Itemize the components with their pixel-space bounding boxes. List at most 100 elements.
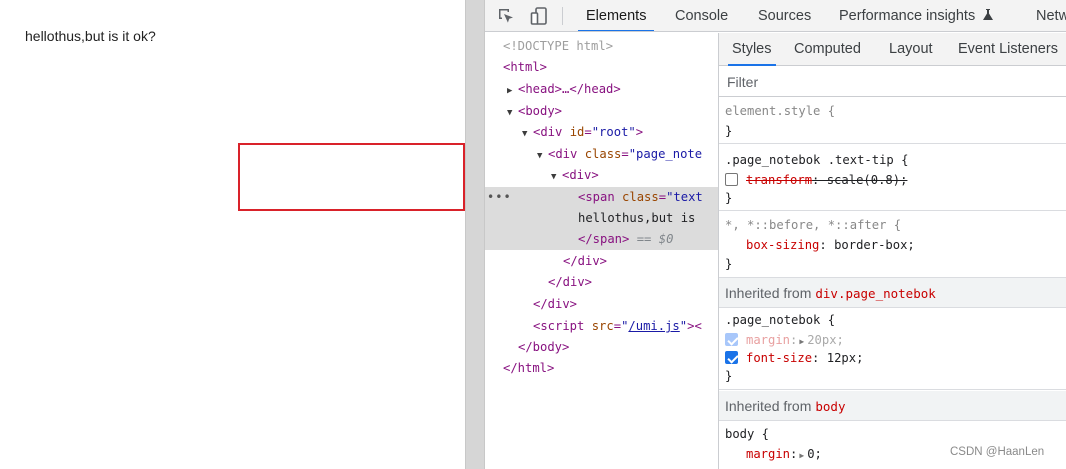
- selector-text: .page_notebok {: [725, 313, 836, 327]
- devtools-splitter[interactable]: [465, 0, 485, 469]
- rule-text-tip: .page_notebok .text-tip { transform: sca…: [719, 145, 1066, 211]
- property-name[interactable]: transform: [746, 173, 812, 187]
- styles-subtabs: Styles Computed Layout Event Listeners: [719, 33, 1066, 66]
- html-tag: <html>: [503, 60, 548, 74]
- declaration-transform: transform: scale(0.8);: [725, 171, 907, 189]
- tag-open: <script: [533, 319, 592, 333]
- attr-name: class: [584, 147, 622, 161]
- rule-close: }: [725, 122, 732, 140]
- dom-node-head[interactable]: ▶ <head>…</head>: [485, 79, 718, 100]
- declaration-box-sizing: box-sizing: border-box;: [746, 238, 915, 252]
- dom-node-div-inner[interactable]: ▼ <div>: [485, 165, 718, 186]
- styles-filter-input[interactable]: Filter: [719, 67, 1066, 97]
- collapse-triangle-icon[interactable]: ▼: [537, 146, 548, 167]
- dom-node-div-root[interactable]: ▼ <div id="root">: [485, 122, 718, 143]
- attr-eq: =: [584, 125, 592, 139]
- inherited-label: Inherited from: [725, 285, 812, 301]
- rule-selector[interactable]: element.style {: [725, 102, 835, 120]
- property-name[interactable]: font-size: [746, 351, 812, 365]
- watermark: CSDN @HaanLen: [950, 446, 1045, 458]
- selector-text: *, *::before, *::after {: [725, 218, 902, 232]
- script-src-link[interactable]: /umi.js: [628, 319, 679, 333]
- dom-node-div-notebook[interactable]: ▼ <div class="page_note: [485, 144, 718, 165]
- property-name[interactable]: margin: [746, 333, 790, 347]
- inherited-label: Inherited from: [725, 398, 812, 414]
- property-value[interactable]: 12px;: [827, 351, 864, 365]
- attr-eq: =: [613, 319, 622, 333]
- declaration-margin: margin: ▶ 20px;: [725, 331, 844, 349]
- declaration-font-size: font-size: 12px;: [725, 349, 863, 367]
- tab-elements[interactable]: Elements: [577, 0, 655, 31]
- tag-open: <span: [578, 190, 623, 204]
- property-name[interactable]: box-sizing: [746, 238, 819, 252]
- dom-node-span-selected[interactable]: ••• <span class="text: [485, 187, 718, 208]
- tag-open: <div: [548, 147, 585, 161]
- property-value[interactable]: : scale(0.8);: [812, 173, 907, 187]
- dom-node-span-text[interactable]: hellothus,but is: [485, 208, 718, 229]
- attr-name: id: [569, 125, 585, 139]
- property-value[interactable]: border-box;: [834, 238, 915, 252]
- brace-text: }: [725, 257, 733, 271]
- property-toggle-checkbox[interactable]: [725, 333, 738, 346]
- inspect-element-icon[interactable]: [496, 6, 516, 26]
- attr-eq: =: [621, 147, 629, 161]
- property-toggle-checkbox[interactable]: [725, 173, 738, 186]
- collapse-triangle-icon[interactable]: ▼: [551, 167, 562, 188]
- attr-eq: =: [658, 190, 667, 204]
- collapse-triangle-icon[interactable]: ▼: [507, 103, 518, 124]
- dom-node-div-close[interactable]: </div>: [485, 272, 718, 293]
- collapse-triangle-icon[interactable]: ▼: [522, 124, 533, 145]
- property-toggle-checkbox[interactable]: [725, 351, 738, 364]
- dom-node-body[interactable]: ▼ <body>: [485, 101, 718, 122]
- tab-layout[interactable]: Layout: [889, 33, 933, 66]
- dom-node-html[interactable]: <html>: [485, 57, 718, 78]
- device-toolbar-icon[interactable]: [529, 6, 549, 26]
- selector-text: element.style {: [725, 104, 836, 118]
- expand-triangle-icon[interactable]: ▶: [507, 81, 518, 102]
- rule-selector[interactable]: *, *::before, *::after {: [725, 216, 901, 234]
- body-close-tag: </body>: [518, 340, 570, 354]
- expand-triangle-icon[interactable]: ▶: [799, 451, 804, 460]
- property-value[interactable]: 20px;: [807, 333, 844, 347]
- brace-text: }: [725, 369, 733, 383]
- more-options-icon[interactable]: •••: [487, 187, 512, 208]
- rule-close: }: [725, 189, 732, 207]
- dom-node-span-close[interactable]: </span> == $0: [485, 229, 718, 250]
- rule-selector[interactable]: .page_notebok {: [725, 311, 835, 329]
- tab-console[interactable]: Console: [675, 0, 728, 31]
- rule-selector[interactable]: body {: [725, 425, 769, 443]
- rule-universal: *, *::before, *::after { box-sizing: bor…: [719, 212, 1066, 278]
- tab-event-listeners[interactable]: Event Listeners: [958, 33, 1058, 66]
- tab-performance-insights[interactable]: Performance insights: [839, 0, 994, 31]
- styles-sidebar: Styles Computed Layout Event Listeners F…: [718, 33, 1066, 469]
- selector-text: body {: [725, 427, 770, 441]
- div-tag: <div>: [562, 168, 599, 182]
- expand-triangle-icon[interactable]: ▶: [799, 337, 804, 346]
- selector-text: .page_notebok .text-tip {: [725, 153, 909, 167]
- rule-selector[interactable]: .page_notebok .text-tip {: [725, 151, 908, 169]
- dom-node-script[interactable]: <script src="/umi.js"><: [485, 316, 718, 337]
- head-tag: <head>…</head>: [518, 82, 621, 96]
- tab-network[interactable]: Netw: [1036, 0, 1066, 31]
- inherited-header: Inherited from body: [719, 391, 1066, 421]
- property-name[interactable]: margin: [746, 447, 790, 461]
- property-value[interactable]: 0;: [807, 447, 822, 461]
- attr-name: src: [591, 319, 614, 333]
- dom-node-div-close[interactable]: </div>: [485, 251, 718, 272]
- dom-node-body-close[interactable]: </body>: [485, 337, 718, 358]
- tab-sources[interactable]: Sources: [758, 0, 811, 31]
- tab-performance-insights-label: Performance insights: [839, 8, 976, 24]
- inherited-header: Inherited from div.page_notebok: [719, 278, 1066, 308]
- tab-styles[interactable]: Styles: [728, 33, 775, 66]
- annotation-highlight-box: [238, 143, 465, 211]
- inherited-source-link[interactable]: div.page_notebok: [815, 286, 935, 301]
- tab-computed[interactable]: Computed: [794, 33, 861, 66]
- dom-node-html-close[interactable]: </html>: [485, 358, 718, 379]
- dom-node-doctype[interactable]: <!DOCTYPE html>: [485, 36, 718, 57]
- span-close-tag: </span>: [578, 232, 630, 246]
- html-close-tag: </html>: [503, 361, 555, 375]
- attr-name: class: [622, 190, 659, 204]
- experiment-flask-icon: [983, 9, 994, 20]
- inherited-source-link[interactable]: body: [815, 399, 845, 414]
- dom-node-div-close[interactable]: </div>: [485, 294, 718, 315]
